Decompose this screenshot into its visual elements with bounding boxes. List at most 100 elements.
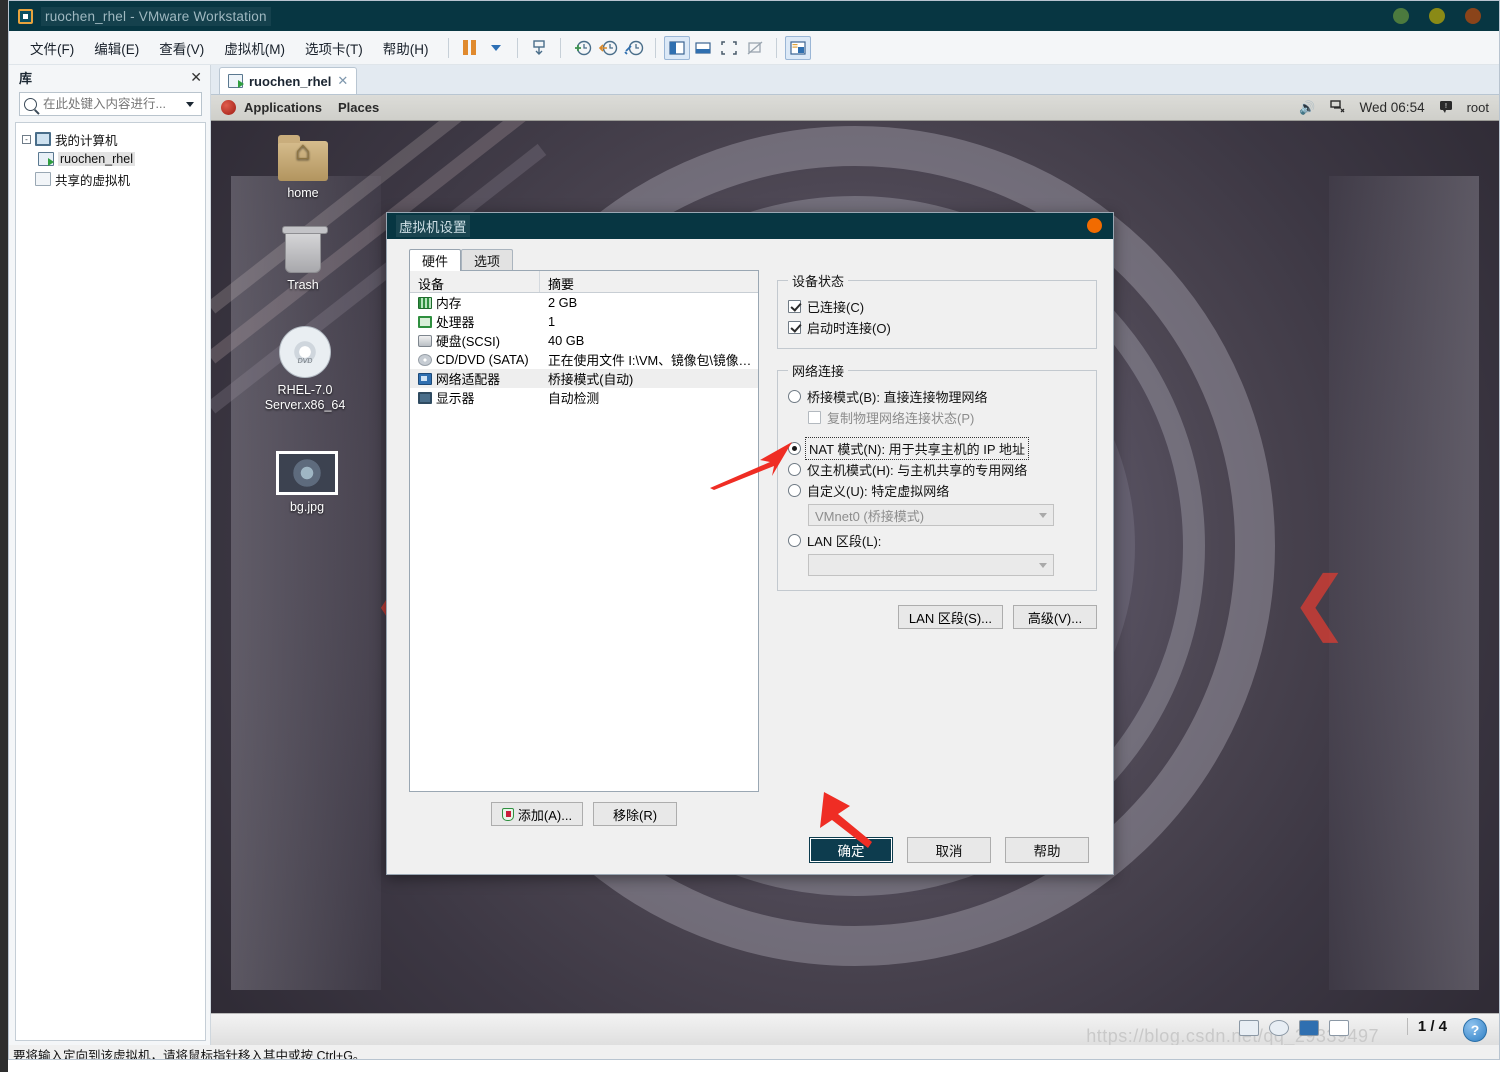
clock[interactable]: Wed 06:54 <box>1360 100 1425 115</box>
menu-edit[interactable]: 编辑(E) <box>85 35 148 61</box>
user-icon: ! <box>1439 100 1453 116</box>
tab-options[interactable]: 选项 <box>461 249 514 271</box>
checkbox-replicate-physical-state[interactable]: 复制物理网络连接状态(P) <box>788 407 1086 428</box>
network-disconnected-icon[interactable] <box>1329 99 1346 116</box>
device-name: CD/DVD (SATA) <box>436 352 529 367</box>
show-console-view-icon[interactable] <box>690 36 716 60</box>
radio-nat-mode[interactable]: NAT 模式(N): 用于共享主机的 IP 地址 <box>788 437 1086 460</box>
menu-file[interactable]: 文件(F) <box>21 35 83 61</box>
device-table[interactable]: 设备 摘要 内存 2 GB 处理器 1 硬盘(SCSI) 40 GB CD/DV… <box>409 270 759 792</box>
snapshot-take-icon[interactable] <box>569 36 595 60</box>
radio-label: NAT 模式(N): 用于共享主机的 IP 地址 <box>805 437 1029 460</box>
radio-lan-segment[interactable]: LAN 区段(L): <box>788 530 1086 551</box>
menu-vm[interactable]: 虚拟机(M) <box>215 35 294 61</box>
radio-bridged-mode[interactable]: 桥接模式(B): 直接连接物理网络 <box>788 386 1086 407</box>
device-summary: 2 GB <box>548 295 578 310</box>
close-button[interactable] <box>1465 8 1481 24</box>
search-input[interactable] <box>41 96 182 112</box>
radio-label: LAN 区段(L): <box>807 534 882 549</box>
minimize-button[interactable] <box>1393 8 1409 24</box>
memory-icon <box>418 296 432 309</box>
close-orb-icon[interactable] <box>1087 218 1102 233</box>
lan-segments-button[interactable]: LAN 区段(S)... <box>897 605 1003 629</box>
tree-item-label: 我的计算机 <box>55 133 118 148</box>
redhat-logo-icon <box>221 100 236 115</box>
expander-icon[interactable]: - <box>22 134 31 144</box>
table-row[interactable]: 硬盘(SCSI) 40 GB <box>410 331 758 350</box>
tree-item-label: ruochen_rhel <box>58 152 135 166</box>
device-name: 处理器 <box>436 315 475 330</box>
tab-hardware[interactable]: 硬件 <box>409 249 462 271</box>
applications-menu[interactable]: Applications <box>244 100 322 115</box>
custom-network-select[interactable]: VMnet0 (桥接模式) <box>808 504 1054 526</box>
chevron-down-icon <box>1039 512 1047 518</box>
checkbox-connected[interactable]: 已连接(C) <box>788 296 1086 317</box>
remove-device-button[interactable]: 移除(R) <box>593 802 678 826</box>
desktop-icon-label: home <box>287 186 319 200</box>
checkbox-icon[interactable] <box>788 321 801 334</box>
radio-icon[interactable] <box>788 534 801 547</box>
table-row[interactable]: CD/DVD (SATA) 正在使用文件 I:\VM、镜像包\镜像包... <box>410 350 758 369</box>
menu-view[interactable]: 查看(V) <box>150 35 213 61</box>
show-thumbnail-bar-icon[interactable] <box>784 35 811 60</box>
guest-top-panel: Applications Places 🔊 Wed 06:54 ! root <box>211 95 1499 121</box>
checkbox-icon[interactable] <box>788 300 801 313</box>
radio-custom-mode[interactable]: 自定义(U): 特定虚拟网络 <box>788 480 1086 501</box>
chevron-down-icon[interactable] <box>186 101 194 107</box>
places-menu[interactable]: Places <box>338 100 379 115</box>
dialog-body: 设备 摘要 内存 2 GB 处理器 1 硬盘(SCSI) 40 GB CD/DV… <box>387 270 1113 826</box>
library-title: 库 <box>19 70 33 86</box>
table-row[interactable]: 显示器 自动检测 <box>410 388 758 407</box>
add-device-button[interactable]: 添加(A)... <box>490 802 584 826</box>
volume-icon[interactable]: 🔊 <box>1299 100 1315 116</box>
snapshot-manager-icon[interactable] <box>621 36 647 60</box>
dropdown-caret-icon[interactable] <box>483 36 509 60</box>
radio-label: 仅主机模式(H): 与主机共享的专用网络 <box>807 463 1028 478</box>
table-row[interactable]: 处理器 1 <box>410 312 758 331</box>
tree-item-my-computer[interactable]: - 我的计算机 <box>16 129 205 149</box>
checkbox-connect-at-power-on[interactable]: 启动时连接(O) <box>788 317 1086 338</box>
lan-segment-select[interactable] <box>808 554 1054 576</box>
menu-tabs[interactable]: 选项卡(T) <box>296 35 372 61</box>
send-to-vm-icon[interactable] <box>526 36 552 60</box>
radio-icon[interactable] <box>788 484 801 497</box>
desktop-icon-rhel-iso[interactable]: RHEL-7.0 Server.x86_64 <box>245 326 365 413</box>
device-column: 设备 摘要 内存 2 GB 处理器 1 硬盘(SCSI) 40 GB CD/DV… <box>409 270 759 826</box>
help-button[interactable]: 帮助 <box>1005 837 1089 863</box>
shared-vm-icon <box>35 172 51 186</box>
desktop-icon-bg-jpg[interactable]: bg.jpg <box>259 451 355 515</box>
search-icon <box>24 97 37 111</box>
toolbar-divider-4 <box>654 37 656 58</box>
radio-icon[interactable] <box>788 442 801 455</box>
unity-mode-icon[interactable] <box>742 36 768 60</box>
window-title: ruochen_rhel - VMware Workstation <box>41 6 271 26</box>
radio-icon[interactable] <box>788 390 801 403</box>
show-library-icon[interactable] <box>663 35 690 60</box>
table-row-network-adapter[interactable]: 网络适配器 桥接模式(自动) <box>410 369 758 388</box>
user-name[interactable]: root <box>1467 100 1489 115</box>
cancel-button[interactable]: 取消 <box>907 837 991 863</box>
table-row[interactable]: 内存 2 GB <box>410 293 758 312</box>
radio-icon[interactable] <box>788 463 801 476</box>
desktop-icon-trash[interactable]: Trash <box>255 226 351 293</box>
tab-ruochen-rhel[interactable]: ruochen_rhel ✕ <box>219 67 358 94</box>
tree-item-label: 共享的虚拟机 <box>55 173 131 188</box>
snapshot-revert-icon[interactable] <box>595 36 621 60</box>
fullscreen-icon[interactable] <box>716 36 742 60</box>
desktop-icon-home[interactable]: home <box>255 135 351 201</box>
close-icon[interactable]: ✕ <box>337 73 348 89</box>
tree-item-ruochen-rhel[interactable]: ruochen_rhel <box>16 149 205 169</box>
ok-button[interactable]: 确定 <box>809 837 893 863</box>
help-icon[interactable]: ? <box>1463 1018 1487 1042</box>
checkbox-icon[interactable] <box>808 411 821 424</box>
pause-icon[interactable] <box>457 36 483 60</box>
close-icon[interactable]: ✕ <box>190 69 202 86</box>
monitor-icon <box>35 132 51 146</box>
radio-host-only-mode[interactable]: 仅主机模式(H): 与主机共享的专用网络 <box>788 459 1086 480</box>
maximize-button[interactable] <box>1429 8 1445 24</box>
menu-help[interactable]: 帮助(H) <box>374 35 438 61</box>
advanced-button[interactable]: 高级(V)... <box>1013 605 1097 629</box>
tree-item-shared-vms[interactable]: 共享的虚拟机 <box>16 169 205 189</box>
tab-strip: ruochen_rhel ✕ <box>211 65 1499 95</box>
search-box[interactable] <box>19 92 202 116</box>
